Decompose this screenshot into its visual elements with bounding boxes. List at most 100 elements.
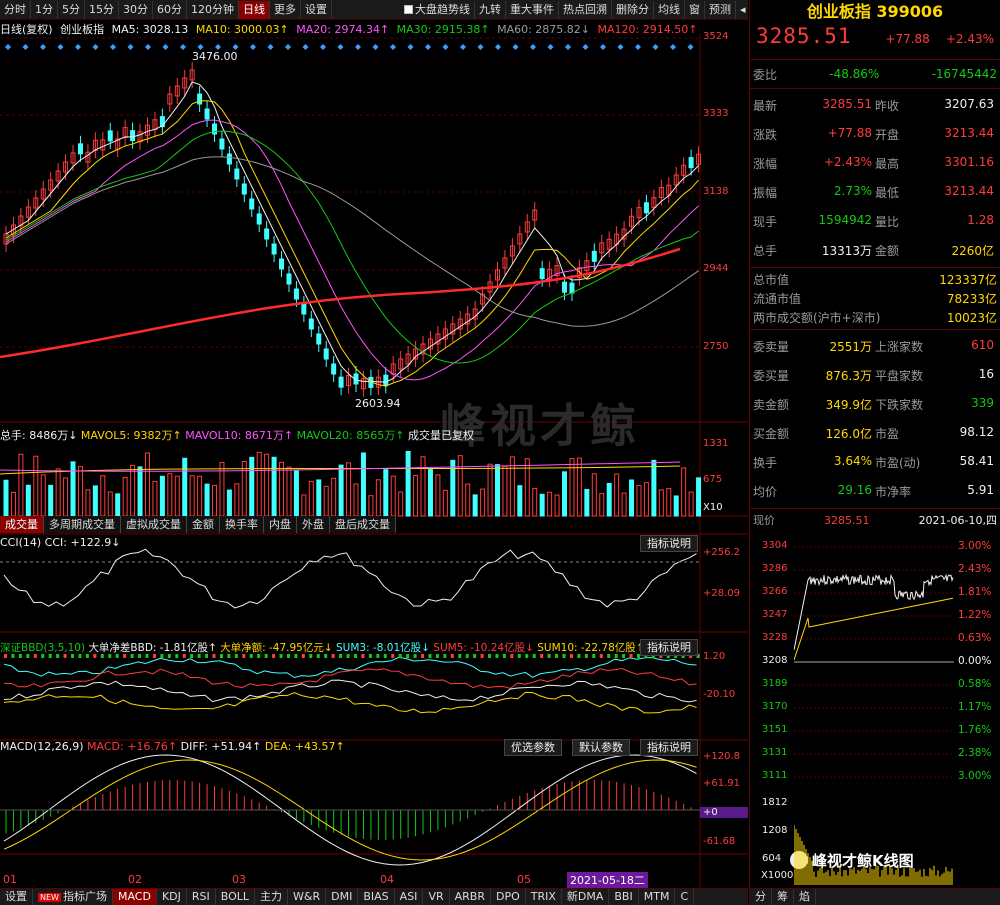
signal-marker <box>635 44 641 50</box>
period-tab-120min[interactable]: 120分钟 <box>187 0 239 19</box>
volume-bar <box>420 456 426 517</box>
price-axis-3524: 3524 <box>703 31 729 42</box>
signal-marker <box>57 44 64 50</box>
tab-asi[interactable]: ASI <box>395 889 424 905</box>
period-tab-settings[interactable]: 设置 <box>301 0 332 19</box>
tab-bias[interactable]: BIAS <box>358 889 395 905</box>
volume-bar <box>189 475 195 517</box>
arrow-left-icon[interactable]: ◂ <box>736 1 750 19</box>
volume-bar <box>368 495 374 517</box>
macd-help-button[interactable]: 指标说明 <box>640 739 698 756</box>
tab-arbr[interactable]: ARBR <box>450 889 491 905</box>
checkbox-icon[interactable] <box>404 4 413 14</box>
candle-body <box>539 268 545 280</box>
bbd-value: 大单净差BBD: -1.81亿股↑ <box>88 642 217 654</box>
tab-bbi[interactable]: BBI <box>609 889 639 905</box>
volume-legend: 总手: 8486万↓ MAVOL5: 9382万↑ MAVOL10: 8671万… <box>0 427 474 443</box>
tab-trix[interactable]: TRIX <box>526 889 562 905</box>
quote-header: 3285.51 +77.88 +2.43% <box>750 24 1000 60</box>
period-tab-30min[interactable]: 30分 <box>119 0 153 19</box>
period-tab-1min[interactable]: 1分 <box>31 0 58 19</box>
volume-bar <box>40 474 46 517</box>
period-tab-15min[interactable]: 15分 <box>85 0 119 19</box>
breadth-label: 委买量 <box>753 369 790 383</box>
tab-yan[interactable]: 焰 <box>794 889 816 905</box>
tab-afterhours[interactable]: 盘后成交量 <box>330 516 396 533</box>
volume-bar <box>33 455 39 517</box>
tool-events[interactable]: 重大事件 <box>506 0 559 19</box>
tab-virtual-volume[interactable]: 虚拟成交量 <box>121 516 187 533</box>
intraday-price-tick: 3286 <box>762 563 788 574</box>
signal-marker <box>92 44 99 50</box>
period-tab-60min[interactable]: 60分 <box>153 0 187 19</box>
quote-label: 振幅 <box>753 186 778 200</box>
indicator-square-tab[interactable]: NEW 指标广场 <box>33 888 113 905</box>
tab-mtm[interactable]: MTM <box>639 889 676 905</box>
low-annotation: 2603.94 <box>355 397 401 410</box>
settings-tab[interactable]: 设置 <box>0 889 33 905</box>
tab-rsi[interactable]: RSI <box>187 889 216 905</box>
intraday-price-tick: 3189 <box>762 678 788 689</box>
volume-bar <box>286 466 292 517</box>
volume-bar <box>226 489 232 517</box>
optimal-params-button[interactable]: 优选参数 <box>504 739 562 756</box>
volume-bar <box>413 474 419 517</box>
volume-bar <box>524 458 530 517</box>
tab-dpo[interactable]: DPO <box>491 889 526 905</box>
quote-row: 现手 1594942 量比 1.28 <box>750 207 1000 236</box>
volume-bar <box>666 488 672 517</box>
period-tab-more[interactable]: 更多 <box>270 0 301 19</box>
tab-inner[interactable]: 内盘 <box>264 516 297 533</box>
tab-vr[interactable]: VR <box>423 889 450 905</box>
tab-multi-volume[interactable]: 多周期成交量 <box>44 516 121 533</box>
volume-bar <box>159 475 165 517</box>
period-tab-daily[interactable]: 日线 <box>239 0 270 19</box>
cci-help-button[interactable]: 指标说明 <box>640 535 698 552</box>
signal-marker <box>442 44 449 50</box>
tab-fen[interactable]: 分 <box>750 889 772 905</box>
breadth-value: 876.3万 <box>825 369 872 383</box>
candle-body <box>212 123 218 135</box>
trend-line-toggle[interactable]: 大盘趋势线 <box>400 0 475 19</box>
tab-amount[interactable]: 金额 <box>187 516 220 533</box>
period-tab-fenshi[interactable]: 分时 <box>0 0 31 19</box>
bbd-legend: 深证BBD(3,5,10) 大单净差BBD: -1.81亿股↑ 大单净额: -4… <box>0 640 645 655</box>
tab-macd[interactable]: MACD <box>112 889 157 905</box>
tab-chou[interactable]: 筹 <box>772 889 794 905</box>
tab-kdj[interactable]: KDJ <box>157 889 187 905</box>
tool-delete[interactable]: 删除分 <box>612 0 654 19</box>
tool-jiuzhuan[interactable]: 九转 <box>475 0 506 19</box>
period-tab-5min[interactable]: 5分 <box>58 0 85 19</box>
kline-chart[interactable] <box>0 34 748 888</box>
breadth-label: 卖金额 <box>753 398 790 412</box>
tab-main-force[interactable]: 主力 <box>255 889 289 905</box>
tab-turnover[interactable]: 换手率 <box>220 516 264 533</box>
volume-bar <box>301 494 307 517</box>
intraday-chart[interactable] <box>794 540 954 885</box>
tab-new-dma[interactable]: 新DMA <box>562 889 610 905</box>
tool-window[interactable]: 窗 <box>685 0 705 19</box>
tab-volume[interactable]: 成交量 <box>0 516 44 533</box>
quote-label: 涨跌 <box>753 128 778 142</box>
volume-bar <box>338 464 344 517</box>
tool-forecast[interactable]: 预测 <box>705 0 736 19</box>
intraday-price-tick: 3131 <box>762 747 788 758</box>
tool-ma[interactable]: 均线 <box>654 0 685 19</box>
month-label: 05 <box>517 873 531 886</box>
intraday-tabs: 分 筹 焰 <box>750 888 1000 905</box>
quote-label: 总手 <box>753 244 778 258</box>
macd-axis-zero: +0 <box>700 807 748 818</box>
tool-hotspot[interactable]: 热点回溯 <box>559 0 612 19</box>
ma-legend: 日线(复权) 创业板指 MA5: 3028.13 MA10: 3000.03↑ … <box>0 21 701 36</box>
volume-bar <box>130 464 136 517</box>
default-params-button[interactable]: 默认参数 <box>572 739 630 756</box>
tab-outer[interactable]: 外盘 <box>297 516 330 533</box>
bbd-help-button[interactable]: 指标说明 <box>640 639 698 656</box>
tab-boll[interactable]: BOLL <box>216 889 256 905</box>
tab-wr[interactable]: W&R <box>288 889 327 905</box>
indicator-square-label: 指标广场 <box>62 889 107 903</box>
tab-dmi[interactable]: DMI <box>326 889 359 905</box>
volume-bar <box>480 488 486 517</box>
tab-c[interactable]: C <box>675 889 695 905</box>
intraday-price-tick: 3304 <box>762 540 788 551</box>
